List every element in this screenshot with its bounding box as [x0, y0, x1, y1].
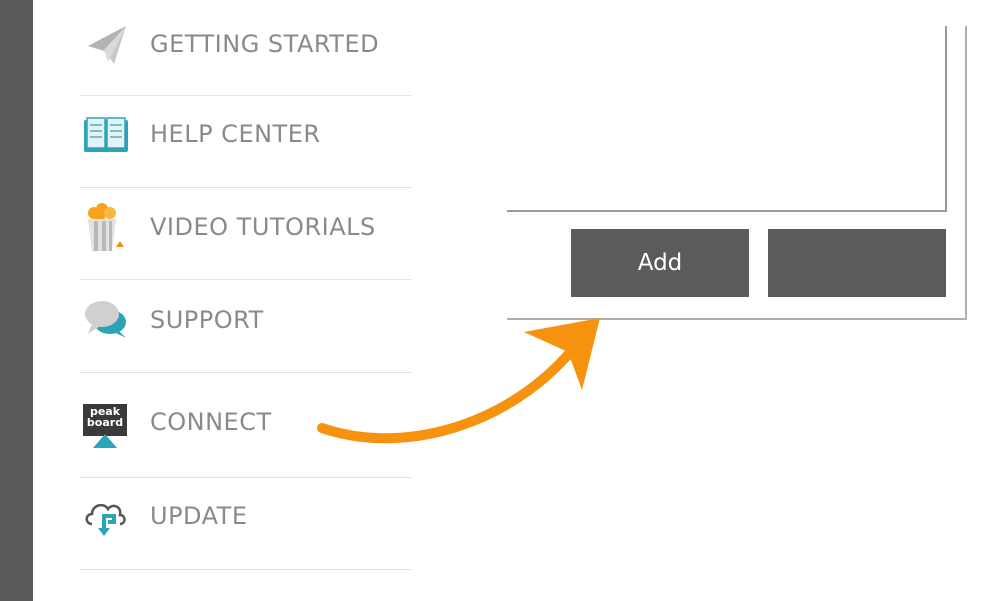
menu-divider [80, 95, 412, 96]
peakboard-logo-icon: peak board [83, 404, 127, 448]
left-edge-bar [0, 0, 33, 601]
chat-bubbles-icon [82, 296, 130, 344]
menu-divider [80, 187, 412, 188]
dialog-inner-border-right [945, 26, 947, 212]
menu-item-getting-started[interactable]: GETTING STARTED [80, 20, 412, 72]
menu-item-update[interactable]: UPDATE [80, 492, 412, 544]
menu-item-help-center[interactable]: HELP CENTER [80, 110, 412, 162]
secondary-button[interactable] [768, 229, 946, 297]
dialog-outer-border-right [965, 26, 967, 320]
cloud-update-icon [82, 494, 130, 542]
menu-divider [80, 569, 412, 570]
menu-item-video-tutorials[interactable]: VIDEO TUTORIALS [80, 201, 412, 257]
popcorn-icon [82, 203, 130, 251]
menu-divider [80, 477, 412, 478]
menu-divider [80, 279, 412, 280]
book-icon [82, 112, 130, 160]
menu-item-label: VIDEO TUTORIALS [150, 213, 376, 241]
menu-item-label: CONNECT [150, 408, 272, 436]
paper-plane-icon [82, 22, 130, 70]
menu-item-label: HELP CENTER [150, 120, 321, 148]
curved-arrow-icon [317, 318, 600, 444]
dialog-inner-border-bottom [507, 210, 947, 212]
menu-item-label: SUPPORT [150, 306, 264, 334]
add-button[interactable]: Add [571, 229, 749, 297]
menu-item-label: UPDATE [150, 502, 248, 530]
menu-item-label: GETTING STARTED [150, 30, 380, 58]
